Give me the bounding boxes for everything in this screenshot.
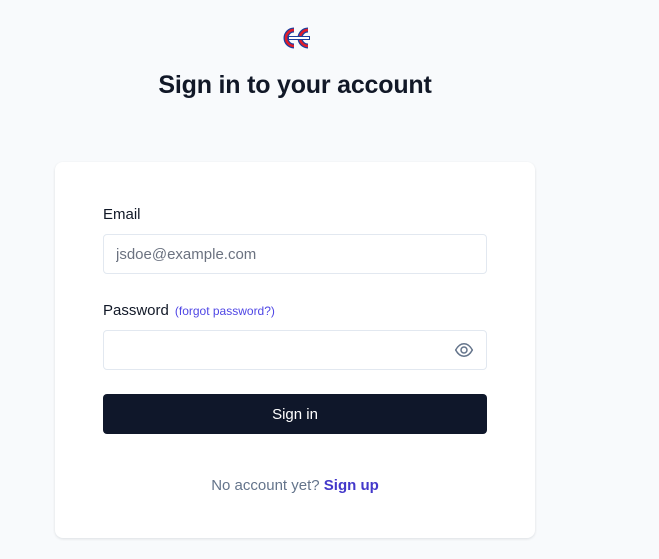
signup-prompt: No account yet? Sign up [55,477,535,494]
password-input[interactable] [104,331,456,369]
email-label-text: Email [103,206,141,223]
email-input[interactable] [104,235,456,273]
password-label-text: Password [103,302,169,319]
sign-up-link[interactable]: Sign up [324,477,379,494]
password-field[interactable] [103,330,487,370]
signup-prompt-text: No account yet? [211,477,320,494]
password-label: Password (forgot password?) [103,302,275,319]
logo-icon [283,27,310,49]
eye-icon[interactable] [454,341,474,359]
page-title: Sign in to your account [158,71,432,99]
signin-card: Email Password (forgot password?) Sign in… [55,162,535,538]
sign-in-button[interactable]: Sign in [103,394,487,434]
signin-page: Sign in to your account Email Password (f… [0,0,659,559]
email-label: Email [103,206,141,223]
forgot-password-link[interactable]: (forgot password?) [175,304,275,318]
email-field[interactable] [103,234,487,274]
